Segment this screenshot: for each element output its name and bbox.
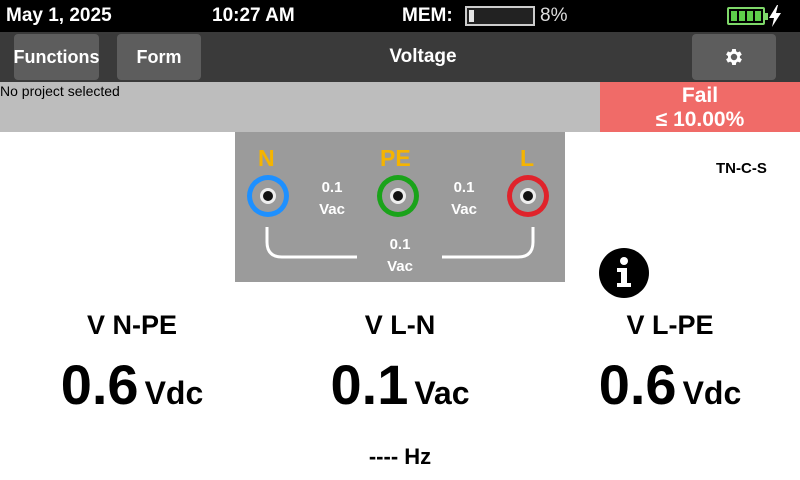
measurement-v-l-n: V L-N 0.1 Vac	[265, 310, 535, 417]
measurement-v-n-pe: V N-PE 0.6 Vdc	[0, 310, 267, 417]
measurement-unit: Vac	[414, 375, 470, 411]
battery-cell	[731, 11, 737, 21]
measurement-label: V L-N	[364, 310, 436, 340]
memory-percent: 8%	[540, 5, 568, 26]
battery-cell	[755, 11, 761, 21]
measurement-label: V N-PE	[86, 310, 178, 340]
battery-charging-icon	[727, 7, 768, 25]
reading-n-l: 0.1 Vac	[375, 234, 425, 278]
connection-diagram: N PE L 0.1 Vac 0.1 Vac 0.1 Vac	[235, 132, 565, 282]
memory-usage-fill	[469, 10, 474, 22]
memory-label: MEM:	[402, 5, 453, 26]
status-bar: May 1, 2025 10:27 AM MEM: 8%	[0, 0, 800, 32]
measurement-value: 0.1	[330, 353, 409, 416]
battery-cell	[739, 11, 745, 21]
time-text: 10:27 AM	[212, 5, 295, 26]
result-limit-text: ≤ 10.00%	[655, 108, 745, 131]
info-button[interactable]	[599, 248, 649, 298]
reading-n-l-value: 0.1	[389, 236, 411, 253]
measurement-unit: Vdc	[682, 375, 742, 411]
toolbar: Functions Form Voltage	[0, 32, 800, 82]
gear-icon	[726, 49, 742, 65]
settings-button[interactable]	[692, 34, 776, 80]
page-title: Voltage	[389, 46, 457, 67]
measurement-label: V L-PE	[626, 310, 714, 340]
project-bar[interactable]: No project selected	[0, 82, 600, 132]
reading-n-l-unit: Vac	[387, 258, 413, 275]
memory-usage-bar	[465, 6, 535, 26]
project-status-text: No project selected	[0, 83, 120, 99]
functions-button[interactable]: Functions	[14, 34, 100, 80]
result-status-badge: Fail ≤ 10.00%	[600, 82, 800, 132]
measurement-v-l-pe: V L-PE 0.6 Vdc	[535, 310, 800, 417]
result-status-text: Fail	[681, 84, 719, 107]
lightning-bolt-icon	[769, 5, 781, 27]
info-icon	[617, 257, 631, 287]
battery-level	[731, 11, 761, 21]
measurement-unit: Vdc	[144, 375, 204, 411]
measurement-value: 0.6	[60, 353, 139, 416]
measurement-value: 0.6	[598, 353, 677, 416]
date-text: May 1, 2025	[6, 5, 112, 26]
frequency-readout: ---- Hz	[368, 444, 432, 469]
battery-cell	[747, 11, 753, 21]
network-type-label: TN-C-S	[716, 160, 767, 177]
form-button[interactable]: Form	[117, 34, 201, 80]
